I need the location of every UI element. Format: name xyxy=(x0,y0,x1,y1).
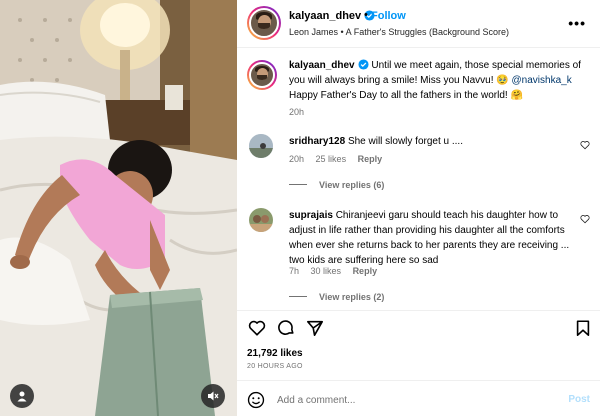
verified-badge-icon xyxy=(358,59,369,70)
commenter-avatar[interactable] xyxy=(249,134,273,158)
view-replies-button[interactable]: View replies (6) xyxy=(289,180,384,190)
comment-text: sridhary128 She will slowly forget u ...… xyxy=(289,134,581,149)
avatar-image xyxy=(249,208,273,232)
replies-line xyxy=(289,296,307,297)
post-media-video[interactable] xyxy=(0,0,237,416)
post-details-panel: kalyaan_dhev • Follow Leon James • A Fat… xyxy=(237,0,600,416)
comment-meta: 20h 25 likes Reply xyxy=(289,154,391,164)
post-timestamp[interactable]: 20 HOURS AGO xyxy=(247,363,303,370)
video-frame xyxy=(0,0,237,416)
comment-text: suprajais Chiranjeevi garu should teach … xyxy=(289,208,581,268)
like-comment-heart-icon[interactable] xyxy=(580,214,590,224)
view-replies-label: View replies (2) xyxy=(319,292,385,302)
comment-likes[interactable]: 30 likes xyxy=(311,266,342,276)
caption-body-2: Happy Father's Day to all the fathers in… xyxy=(289,90,523,101)
comment-username[interactable]: suprajais xyxy=(289,210,333,221)
caption-avatar[interactable] xyxy=(247,60,277,90)
tagged-users-button[interactable] xyxy=(10,384,34,408)
comment-bubble-icon[interactable] xyxy=(277,319,295,337)
caption-username[interactable]: kalyaan_dhev xyxy=(289,60,355,71)
comment-meta: 7h 30 likes Reply xyxy=(289,266,386,276)
author-username[interactable]: kalyaan_dhev xyxy=(289,10,375,22)
comment-time[interactable]: 20h xyxy=(289,154,304,164)
like-heart-icon[interactable] xyxy=(248,319,266,337)
caption-text: kalyaan_dhev Until we meet again, those … xyxy=(289,58,581,103)
share-paper-plane-icon[interactable] xyxy=(306,319,324,337)
caption-meta: 20h xyxy=(289,107,313,117)
post-comment-button[interactable]: Post xyxy=(568,394,590,405)
like-comment-heart-icon[interactable] xyxy=(580,140,590,150)
comment-time[interactable]: 7h xyxy=(289,266,299,276)
more-options-icon[interactable]: ••• xyxy=(568,15,586,31)
likes-count[interactable]: 21,792 likes xyxy=(247,348,303,359)
user-icon xyxy=(17,391,27,402)
post-actions-bar xyxy=(237,310,600,342)
view-replies-label: View replies (6) xyxy=(319,180,385,190)
emoji-icon[interactable] xyxy=(247,391,265,409)
comments-section[interactable]: kalyaan_dhev Until we meet again, those … xyxy=(237,48,600,310)
add-comment-bar: Post xyxy=(237,380,600,416)
mention-link[interactable]: @navishka_k xyxy=(512,75,572,86)
save-bookmark-icon[interactable] xyxy=(574,319,592,337)
comment-body: She will slowly forget u .... xyxy=(347,136,463,147)
separator-dot: • xyxy=(364,9,368,21)
audio-track-link[interactable]: Leon James • A Father's Struggles (Backg… xyxy=(289,27,509,37)
comment-likes[interactable]: 25 likes xyxy=(316,154,347,164)
author-avatar[interactable] xyxy=(247,6,281,40)
reply-button[interactable]: Reply xyxy=(353,266,378,276)
commenter-avatar[interactable] xyxy=(249,208,273,232)
comment-input[interactable] xyxy=(277,391,547,409)
replies-line xyxy=(289,184,307,185)
post-header: kalyaan_dhev • Follow Leon James • A Fat… xyxy=(237,0,600,48)
reply-button[interactable]: Reply xyxy=(358,154,383,164)
caption-time[interactable]: 20h xyxy=(289,107,304,117)
muted-speaker-icon xyxy=(208,391,219,401)
view-replies-button[interactable]: View replies (2) xyxy=(289,292,384,302)
mute-button[interactable] xyxy=(201,384,225,408)
follow-button[interactable]: Follow xyxy=(371,10,406,22)
comment-username[interactable]: sridhary128 xyxy=(289,136,345,147)
avatar-image xyxy=(249,134,273,158)
